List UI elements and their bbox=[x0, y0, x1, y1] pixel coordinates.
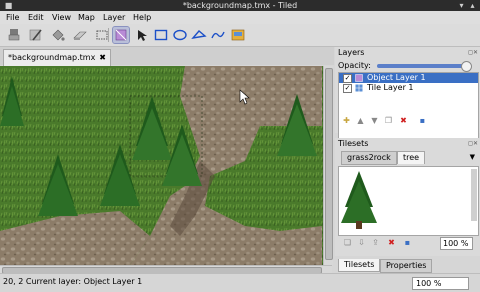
layer-name: Tile Layer 1 bbox=[367, 83, 414, 92]
layer-properties-icon[interactable]: ▪ bbox=[417, 115, 428, 126]
menu-file[interactable]: File bbox=[6, 11, 19, 24]
tileset-tab-bar: grass2rock tree ▼ bbox=[338, 151, 477, 165]
window-title: *backgroundmap.tmx - Tiled bbox=[182, 1, 298, 10]
stamp-brush-icon[interactable] bbox=[6, 27, 22, 43]
layer-name: Object Layer 1 bbox=[367, 73, 426, 82]
title-bar: ■ *backgroundmap.tmx - Tiled ▾ ▴ bbox=[0, 0, 480, 11]
toolbar-separator bbox=[108, 28, 109, 42]
bucket-fill-icon[interactable] bbox=[50, 27, 66, 43]
insert-rectangle-icon[interactable] bbox=[153, 27, 169, 43]
menu-map[interactable]: Map bbox=[78, 11, 95, 24]
move-layer-up-icon[interactable]: ▲ bbox=[355, 115, 366, 126]
document-tab-label: *backgroundmap.tmx bbox=[8, 53, 96, 62]
opacity-slider-handle[interactable] bbox=[461, 61, 472, 72]
tools-toolbar bbox=[0, 24, 480, 47]
tileset-toolbar: ❏ ⇩ ⇪ ✖ ▪ 100 % bbox=[338, 237, 477, 251]
remove-tileset-icon[interactable]: ✖ bbox=[386, 237, 397, 248]
map-view[interactable] bbox=[0, 66, 323, 265]
layers-panel-title: Layers bbox=[338, 48, 365, 57]
tilesets-panel-title: Tilesets bbox=[338, 139, 369, 148]
insert-tile-icon[interactable] bbox=[230, 27, 246, 43]
menu-view[interactable]: View bbox=[52, 11, 71, 24]
menu-edit[interactable]: Edit bbox=[28, 11, 44, 24]
vertical-scroll-thumb[interactable] bbox=[325, 68, 333, 260]
close-tab-icon[interactable]: ✖ bbox=[99, 53, 106, 62]
panel-float-close-icons[interactable]: ◻✕ bbox=[468, 140, 478, 147]
add-layer-icon[interactable]: ✚ bbox=[341, 115, 352, 126]
dock-tab-bar: Tilesets Properties bbox=[335, 259, 480, 273]
embed-tileset-icon[interactable]: ⇩ bbox=[356, 237, 367, 248]
menu-bar: File Edit View Map Layer Help bbox=[0, 11, 480, 24]
tileset-properties-icon[interactable]: ▪ bbox=[402, 237, 413, 248]
layer-visibility-checkbox[interactable]: ✓ bbox=[343, 84, 352, 93]
opacity-slider[interactable] bbox=[377, 61, 472, 72]
move-layer-down-icon[interactable]: ▼ bbox=[369, 115, 380, 126]
map-vertical-scrollbar[interactable] bbox=[323, 66, 333, 265]
eraser-icon[interactable] bbox=[72, 27, 88, 43]
tileset-tab-grass2rock[interactable]: grass2rock bbox=[341, 151, 397, 165]
layer-visibility-checkbox[interactable]: ✓ bbox=[343, 74, 352, 83]
object-layer-icon bbox=[355, 74, 363, 82]
dock-tab-properties[interactable]: Properties bbox=[380, 259, 433, 273]
tileset-view[interactable] bbox=[338, 166, 479, 236]
minimize-icon[interactable]: ▾ bbox=[457, 1, 466, 10]
export-tileset-icon[interactable]: ⇪ bbox=[370, 237, 381, 248]
menu-layer[interactable]: Layer bbox=[103, 11, 125, 24]
duplicate-layer-icon[interactable]: ❐ bbox=[383, 115, 394, 126]
status-bar: 20, 2 Current layer: Object Layer 1 100 … bbox=[0, 273, 480, 292]
insert-polygon-icon[interactable] bbox=[191, 27, 207, 43]
tileset-tab-tree[interactable]: tree bbox=[397, 151, 426, 164]
remove-layer-icon[interactable]: ✖ bbox=[398, 115, 409, 126]
tile-layer-icon bbox=[355, 84, 363, 92]
new-tileset-icon[interactable]: ❏ bbox=[342, 237, 353, 248]
tileset-zoom-select[interactable]: 100 % bbox=[440, 237, 473, 250]
menu-help[interactable]: Help bbox=[133, 11, 151, 24]
panel-float-close-icons[interactable]: ◻✕ bbox=[468, 49, 478, 56]
opacity-label: Opacity: bbox=[338, 61, 371, 70]
document-tab[interactable]: *backgroundmap.tmx ✖ bbox=[3, 49, 111, 66]
tileset-scrollbar bbox=[471, 169, 477, 221]
tile-select-icon[interactable] bbox=[112, 26, 130, 44]
layer-toolbar: ✚ ▲ ▼ ❐ ✖ ▪ bbox=[335, 115, 480, 133]
tileset-menu-icon[interactable]: ▼ bbox=[470, 153, 475, 161]
map-zoom-select[interactable]: 100 % bbox=[412, 277, 469, 290]
layer-row-tile-layer-1[interactable]: ✓ Tile Layer 1 bbox=[339, 83, 478, 93]
layer-row-object-layer-1[interactable]: ✓ Object Layer 1 bbox=[339, 73, 478, 83]
insert-ellipse-icon[interactable] bbox=[172, 27, 188, 43]
terrain-brush-icon[interactable] bbox=[28, 27, 44, 43]
object-select-icon[interactable] bbox=[134, 27, 150, 43]
tilesets-panel: Tilesets ◻✕ grass2rock tree ▼ ❏ ⇩ ⇪ ✖ ▪ … bbox=[335, 138, 480, 256]
document-tab-bar: *backgroundmap.tmx ✖ bbox=[0, 47, 334, 66]
insert-polyline-icon[interactable] bbox=[210, 27, 226, 43]
dock-tab-tilesets[interactable]: Tilesets bbox=[338, 259, 381, 272]
status-text: 20, 2 Current layer: Object Layer 1 bbox=[3, 277, 143, 286]
tree-tile[interactable] bbox=[339, 167, 478, 235]
map-canvas[interactable] bbox=[0, 66, 323, 265]
maximize-icon[interactable]: ▴ bbox=[468, 1, 477, 10]
